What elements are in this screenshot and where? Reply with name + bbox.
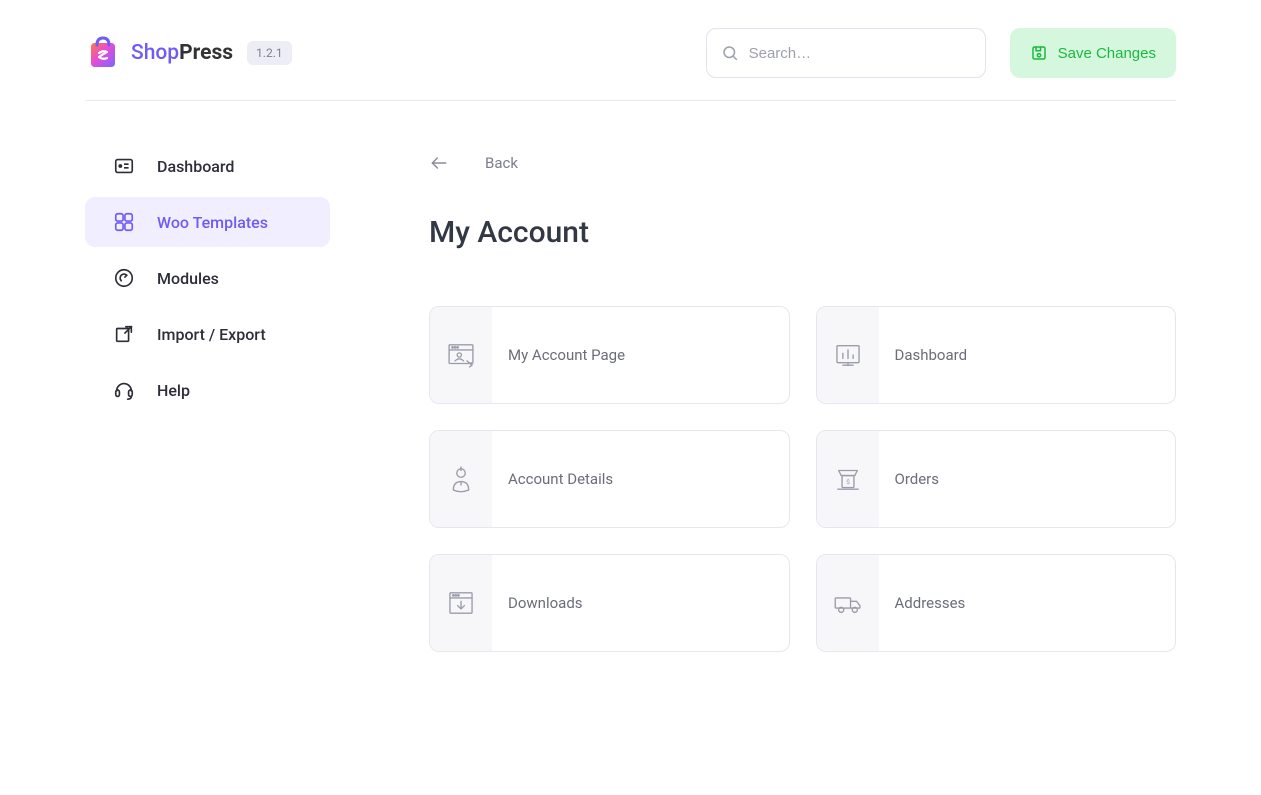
logo: ShopPress — [85, 35, 233, 71]
sidebar-item-label: Import / Export — [157, 325, 266, 344]
brand-name: ShopPress — [131, 41, 233, 65]
back-label: Back — [485, 154, 518, 172]
card-label: Dashboard — [879, 346, 968, 364]
card-my-account-page[interactable]: My Account Page — [429, 306, 790, 404]
sidebar-item-modules[interactable]: Modules — [85, 253, 330, 303]
card-downloads[interactable]: Downloads — [429, 554, 790, 652]
dashboard-icon — [113, 155, 135, 177]
orders-icon: $ — [831, 462, 865, 496]
cards-grid: My Account Page Dashboard — [429, 306, 1176, 652]
arrow-left-icon — [429, 153, 449, 173]
brand-name-b: Press — [179, 41, 233, 65]
addresses-icon — [831, 586, 865, 620]
header: ShopPress 1.2.1 — [85, 0, 1176, 101]
sidebar-item-label: Help — [157, 381, 190, 400]
version-badge: 1.2.1 — [247, 41, 292, 65]
sidebar-item-label: Dashboard — [157, 157, 234, 176]
sidebar-item-label: Woo Templates — [157, 213, 268, 232]
help-icon — [113, 379, 135, 401]
save-changes-button[interactable]: Save Changes — [1010, 28, 1176, 78]
card-account-details[interactable]: Account Details — [429, 430, 790, 528]
templates-icon — [113, 211, 135, 233]
back-button[interactable]: Back — [429, 153, 1176, 173]
account-page-icon — [444, 338, 478, 372]
save-icon — [1030, 44, 1048, 62]
card-orders[interactable]: $ Orders — [816, 430, 1177, 528]
modules-icon — [113, 267, 135, 289]
sidebar-item-woo-templates[interactable]: Woo Templates — [85, 197, 330, 247]
brand: ShopPress 1.2.1 — [85, 35, 292, 71]
sidebar-item-help[interactable]: Help — [85, 365, 330, 415]
account-details-icon — [444, 462, 478, 496]
card-label: Downloads — [492, 594, 583, 612]
search-icon — [721, 44, 739, 62]
chart-dashboard-icon — [831, 338, 865, 372]
save-button-label: Save Changes — [1058, 45, 1156, 62]
main-content: Back My Account — [405, 141, 1176, 652]
sidebar: Dashboard Woo Templates — [85, 141, 405, 652]
import-export-icon — [113, 323, 135, 345]
page-title: My Account — [429, 215, 1176, 250]
search-input[interactable] — [749, 45, 971, 62]
sidebar-item-dashboard[interactable]: Dashboard — [85, 141, 330, 191]
card-dashboard[interactable]: Dashboard — [816, 306, 1177, 404]
card-label: Orders — [879, 470, 940, 488]
downloads-icon — [444, 586, 478, 620]
card-addresses[interactable]: Addresses — [816, 554, 1177, 652]
card-label: My Account Page — [492, 346, 625, 364]
svg-text:$: $ — [846, 478, 850, 486]
search-box[interactable] — [706, 28, 986, 78]
sidebar-item-import-export[interactable]: Import / Export — [85, 309, 330, 359]
brand-name-a: Shop — [131, 41, 179, 65]
card-label: Addresses — [879, 594, 966, 612]
card-label: Account Details — [492, 470, 613, 488]
logo-icon — [85, 35, 121, 71]
sidebar-item-label: Modules — [157, 269, 219, 288]
